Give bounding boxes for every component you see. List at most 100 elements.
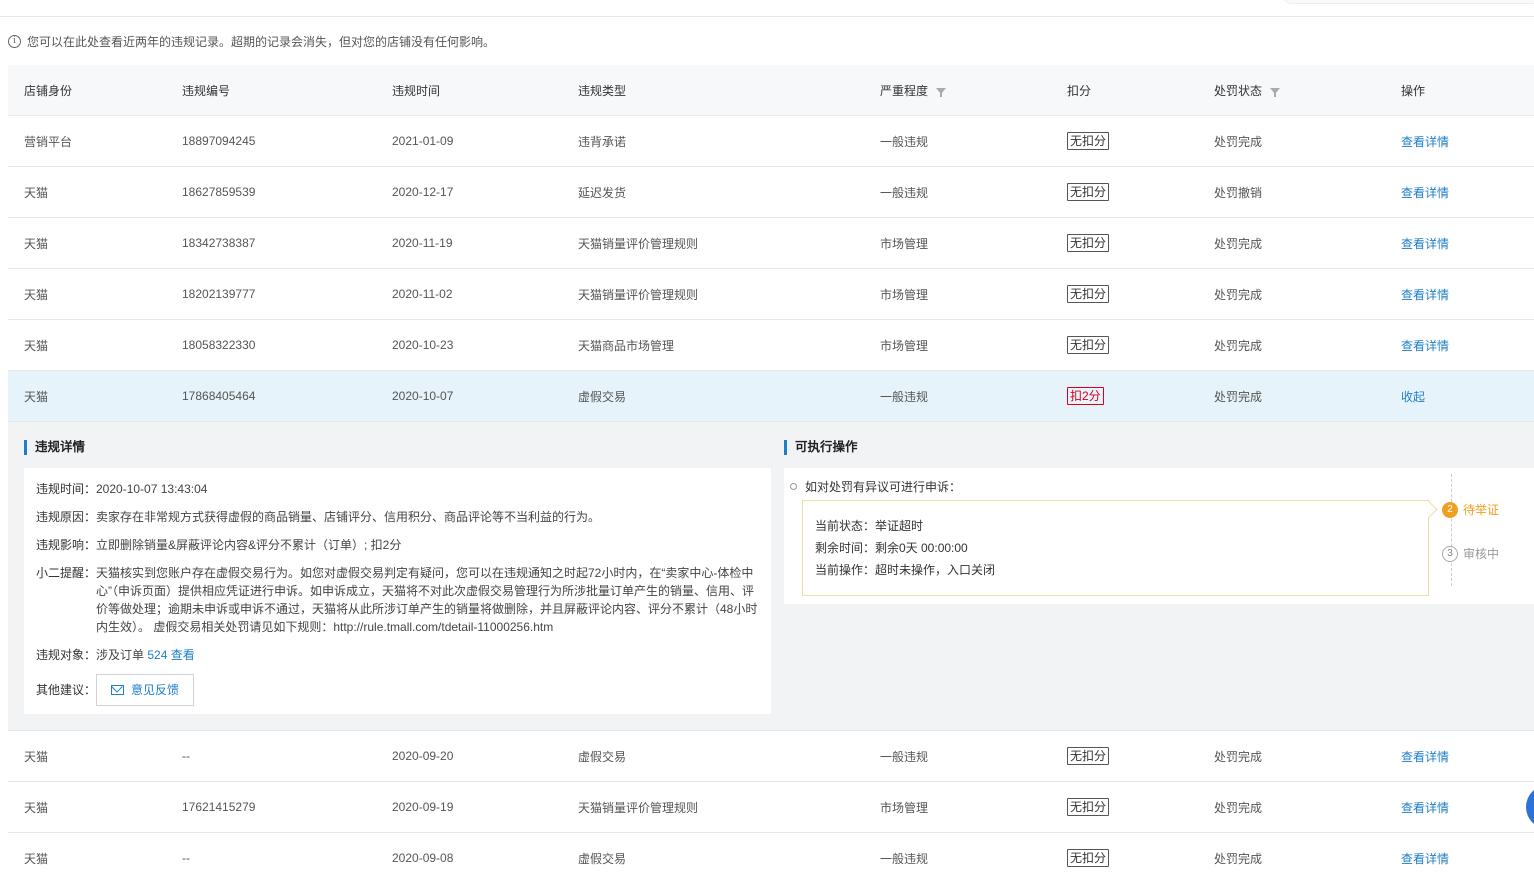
cell-severity: 一般违规 [880, 851, 929, 866]
view-detail-link[interactable]: 查看详情 [1401, 218, 1449, 268]
table-row: 营销平台 18897094245 2021-01-09 违背承诺 一般违规 无扣… [8, 116, 1534, 167]
cell-status: 处罚撤销 [1214, 185, 1263, 200]
view-detail-link[interactable]: 查看详情 [1401, 269, 1449, 319]
appeal-text: 如对处罚有异议可进行申诉： [805, 480, 962, 494]
filter-icon[interactable] [936, 88, 947, 97]
cell-shop: 天猫 [24, 338, 49, 353]
cell-shop: 营销平台 [24, 134, 73, 149]
cell-time: 2020-12-17 [392, 185, 454, 199]
detail-title: 违规详情 [24, 440, 85, 455]
actions-title: 可执行操作 [784, 440, 858, 455]
detail-time-label: 违规时间： [36, 482, 97, 496]
cell-id: 17621415279 [182, 800, 256, 814]
detail-tip-label: 小二提醒： [36, 566, 97, 580]
view-detail-link[interactable]: 查看详情 [1401, 167, 1449, 217]
detail-reason-label: 违规原因： [36, 510, 97, 524]
cell-status: 处罚完成 [1214, 851, 1263, 866]
collapse-link[interactable]: 收起 [1401, 371, 1425, 421]
points-badge: 无扣分 [1067, 798, 1110, 816]
table-row: 天猫 18627859539 2020-12-17 延迟发货 一般违规 无扣分 … [8, 167, 1534, 218]
table-row: 天猫 18202139777 2020-11-02 天猫销量评价管理规则 市场管… [8, 269, 1534, 320]
cell-time: 2020-10-07 [392, 389, 454, 403]
detail-reason-row: 违规原因： 卖家存在非常规方式获得虚假的商品销量、店铺评分、信用积分、商品评论等… [36, 508, 759, 526]
cell-time: 2020-10-23 [392, 338, 454, 352]
detail-object-label: 违规对象： [36, 648, 97, 662]
cell-id: 18202139777 [182, 287, 256, 301]
col-status-label: 处罚状态 [1214, 83, 1263, 98]
remaining-time: 剩余时间：剩余0天 00:00:00 [815, 541, 968, 555]
cell-severity: 一般违规 [880, 134, 929, 149]
detail-suggest-row: 其他建议： 意见反馈 [36, 674, 759, 706]
feedback-label: 意见反馈 [131, 683, 180, 697]
step-reviewing: 3 审核中 [1442, 545, 1499, 562]
mail-icon [111, 685, 124, 695]
col-shop: 店铺身份 [24, 83, 73, 98]
cell-time: 2020-09-20 [392, 749, 454, 763]
col-action: 操作 [1401, 83, 1426, 98]
appeal-status-box: 当前状态：举证超时 剩余时间：剩余0天 00:00:00 当前操作：超时未操作，… [802, 500, 1429, 596]
points-badge: 无扣分 [1067, 849, 1110, 867]
points-badge: 无扣分 [1067, 336, 1110, 354]
notice-bar: i 您可以在此处查看近两年的违规记录。超期的记录会消失，但对您的店铺没有任何影响… [8, 33, 495, 49]
detail-object-row: 违规对象： 涉及订单 524 查看 [36, 646, 759, 664]
detail-suggest-label: 其他建议： [36, 683, 97, 697]
cell-id: 18897094245 [182, 134, 256, 148]
cell-time: 2021-01-09 [392, 134, 454, 148]
cell-status: 处罚完成 [1214, 749, 1263, 764]
col-severity-label: 严重程度 [880, 83, 929, 98]
detail-card: 违规时间： 2020-10-07 13:43:04 违规原因： 卖家存在非常规方… [24, 468, 771, 714]
cell-status: 处罚完成 [1214, 389, 1263, 404]
order-count: 524 [147, 648, 168, 662]
cell-status: 处罚完成 [1214, 287, 1263, 302]
cell-status: 处罚完成 [1214, 134, 1263, 149]
cell-severity: 市场管理 [880, 338, 929, 353]
cell-type: 天猫销量评价管理规则 [578, 236, 699, 251]
cell-shop: 天猫 [24, 185, 49, 200]
table-row: 天猫 17621415279 2020-09-19 天猫销量评价管理规则 市场管… [8, 782, 1534, 833]
current-state: 当前状态：举证超时 [815, 519, 924, 533]
detail-impact-label: 违规影响： [36, 538, 97, 552]
cell-id: -- [182, 749, 190, 763]
col-points: 扣分 [1067, 83, 1092, 98]
view-orders-link[interactable]: 查看 [171, 648, 195, 662]
cell-shop: 天猫 [24, 287, 49, 302]
cell-status: 处罚完成 [1214, 338, 1263, 353]
detail-tip-row: 小二提醒： 天猫核实到您账户存在虚假交易行为。如您对虚假交易判定有疑问，您可以在… [36, 564, 759, 636]
points-badge: 扣2分 [1067, 387, 1104, 405]
cell-severity: 一般违规 [880, 185, 929, 200]
top-search-edge[interactable] [1282, 0, 1534, 4]
cell-shop: 天猫 [24, 851, 49, 866]
feedback-button[interactable]: 意见反馈 [96, 674, 195, 706]
col-time: 违规时间 [392, 83, 441, 98]
steps-line [1451, 474, 1452, 586]
filter-icon[interactable] [1270, 88, 1281, 97]
points-badge: 无扣分 [1067, 183, 1110, 201]
cell-type: 天猫销量评价管理规则 [578, 287, 699, 302]
cell-id: 17868405464 [182, 389, 256, 403]
cell-time: 2020-11-02 [392, 287, 453, 301]
cell-time: 2020-09-19 [392, 800, 454, 814]
view-detail-link[interactable]: 查看详情 [1401, 782, 1449, 832]
view-detail-link[interactable]: 查看详情 [1401, 320, 1449, 370]
current-operation: 当前操作：超时未操作，入口关闭 [815, 563, 996, 577]
view-detail-link[interactable]: 查看详情 [1401, 833, 1449, 873]
notice-text: 您可以在此处查看近两年的违规记录。超期的记录会消失，但对您的店铺没有任何影响。 [27, 34, 496, 49]
cell-shop: 天猫 [24, 749, 49, 764]
cell-type: 天猫销量评价管理规则 [578, 800, 699, 815]
view-detail-link[interactable]: 查看详情 [1401, 116, 1449, 166]
cell-shop: 天猫 [24, 389, 49, 404]
step-number: 2 [1442, 501, 1458, 518]
cell-severity: 市场管理 [880, 236, 929, 251]
points-badge: 无扣分 [1067, 234, 1110, 252]
col-status[interactable]: 处罚状态 [1214, 65, 1281, 115]
cell-type: 虚假交易 [578, 749, 627, 764]
view-detail-link[interactable]: 查看详情 [1401, 731, 1449, 781]
points-badge: 无扣分 [1067, 285, 1110, 303]
table-row: 天猫 18058322330 2020-10-23 天猫商品市场管理 市场管理 … [8, 320, 1534, 371]
top-divider [0, 16, 1534, 17]
cell-severity: 市场管理 [880, 800, 929, 815]
step-label: 待举证 [1463, 503, 1500, 517]
cell-severity: 市场管理 [880, 287, 929, 302]
col-severity[interactable]: 严重程度 [880, 65, 947, 115]
cell-id: 18627859539 [182, 185, 256, 199]
